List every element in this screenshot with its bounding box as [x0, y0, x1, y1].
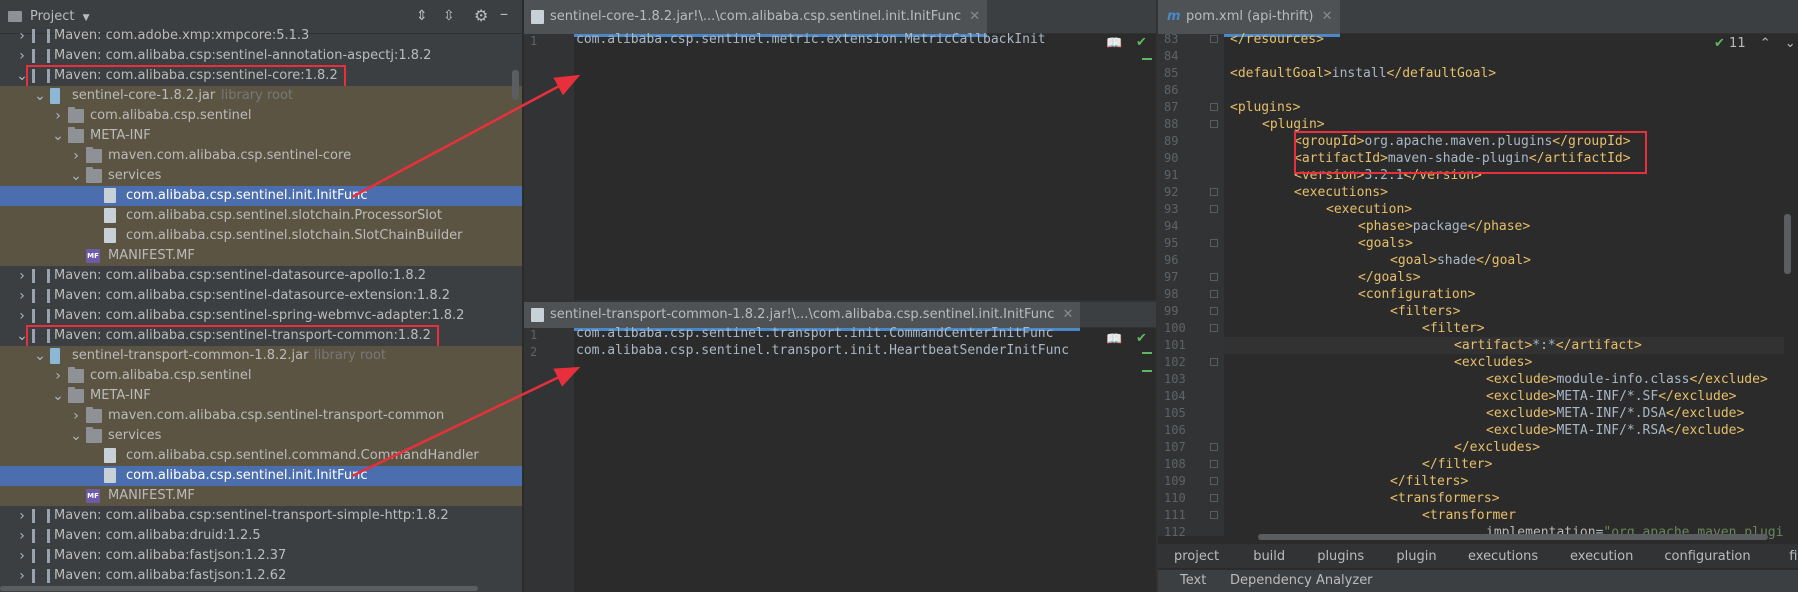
annotation-arrow	[351, 366, 581, 478]
annotation-arrow	[351, 74, 581, 199]
annotation-arrows	[351, 74, 581, 478]
